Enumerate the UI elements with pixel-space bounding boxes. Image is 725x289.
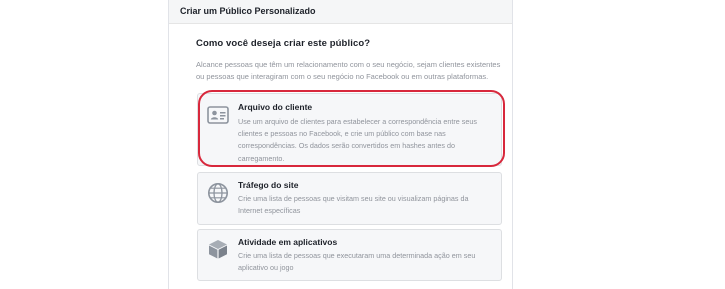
contact-card-icon bbox=[207, 104, 229, 126]
option-title: Tráfego do site bbox=[238, 180, 299, 190]
option-title: Atividade em aplicativos bbox=[238, 237, 338, 247]
option-app-activity[interactable]: Atividade em aplicativos Crie uma lista … bbox=[197, 229, 502, 281]
cube-icon bbox=[207, 238, 229, 260]
dialog-body: Como você deseja criar este público? Alc… bbox=[169, 38, 512, 83]
option-title: Arquivo do cliente bbox=[238, 102, 313, 112]
question-description: Alcance pessoas que têm um relacionament… bbox=[196, 60, 501, 81]
globe-icon bbox=[207, 182, 229, 204]
option-customer-file[interactable]: Arquivo do cliente Use um arquivo de cli… bbox=[197, 93, 502, 166]
question-heading: Como você deseja criar este público? bbox=[196, 38, 371, 49]
option-description: Crie uma lista de pessoas que visitam se… bbox=[238, 194, 469, 216]
option-description: Crie uma lista de pessoas que executaram… bbox=[238, 251, 476, 273]
dialog-title: Criar um Público Personalizado bbox=[169, 0, 512, 24]
create-custom-audience-dialog: Criar um Público Personalizado Como você… bbox=[168, 0, 513, 289]
option-description: Use um arquivo de clientes para estabele… bbox=[238, 117, 477, 163]
option-website-traffic[interactable]: Tráfego do site Crie uma lista de pessoa… bbox=[197, 172, 502, 225]
